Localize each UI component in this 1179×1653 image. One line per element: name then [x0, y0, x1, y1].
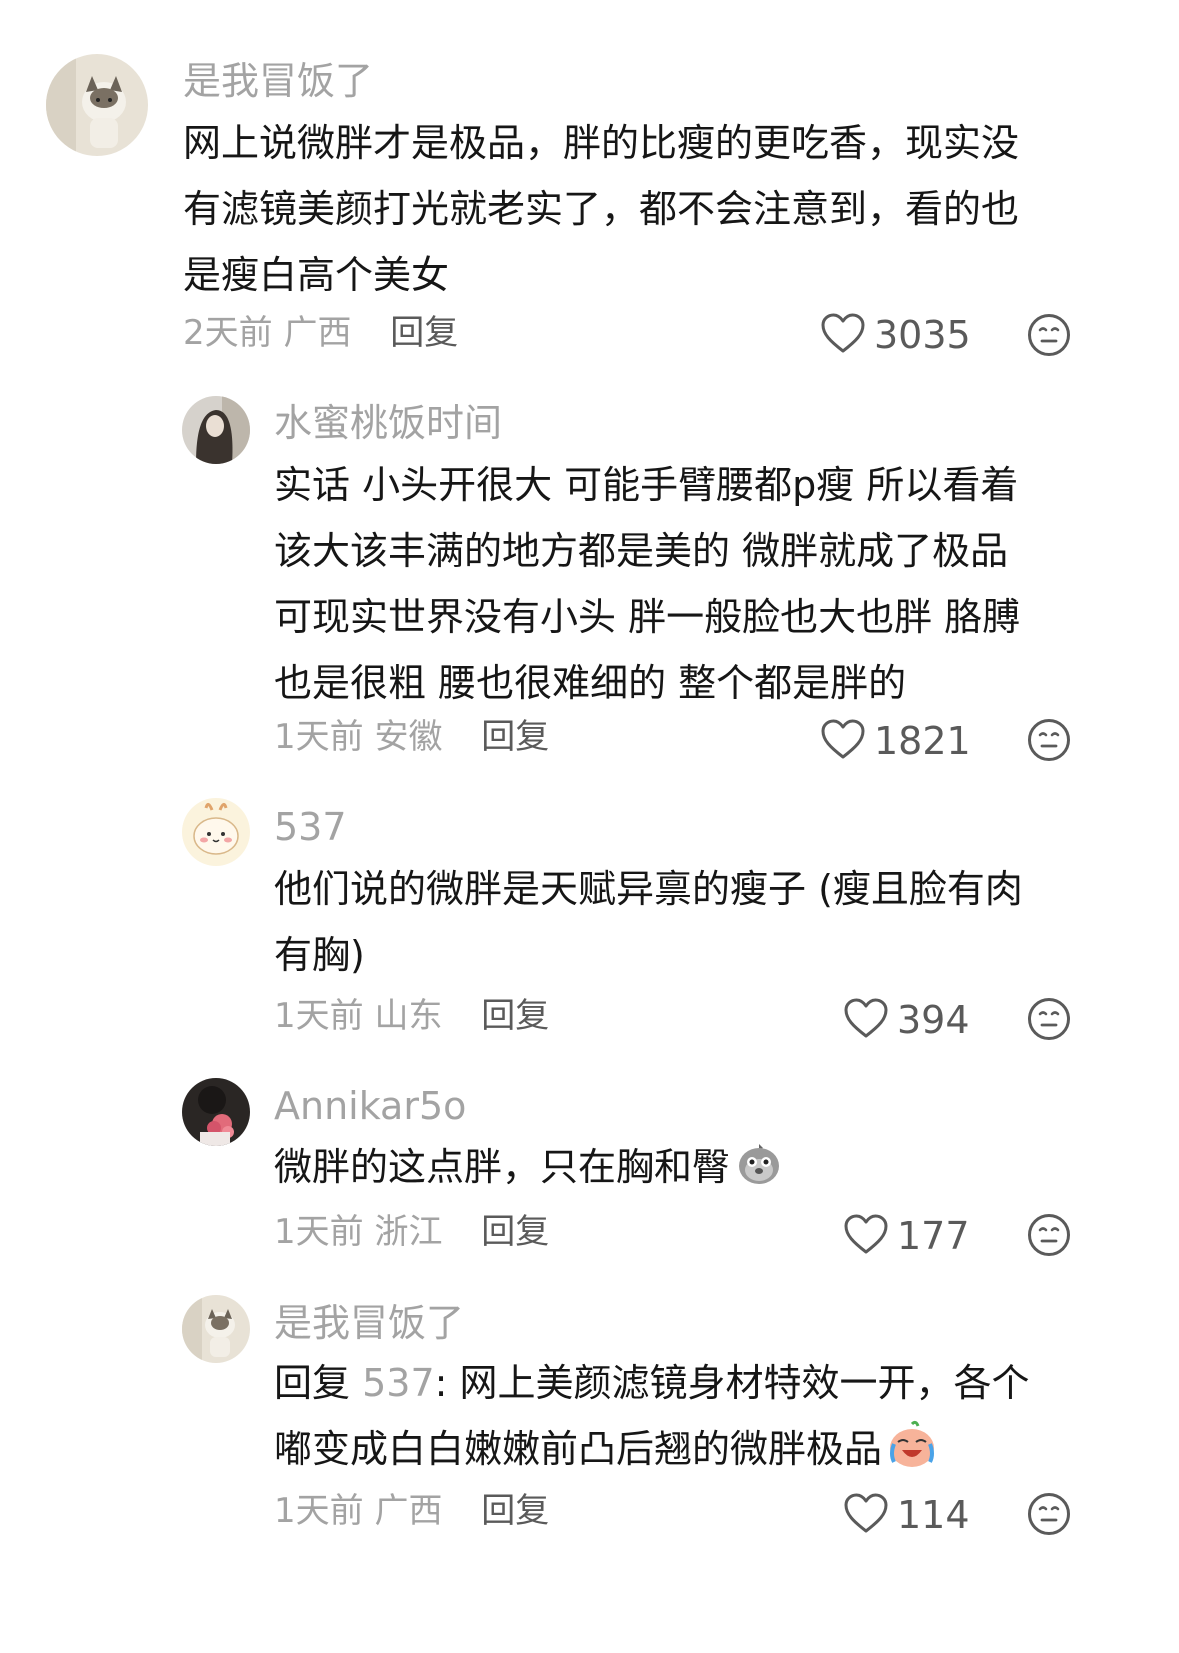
comment-time: 1天前 — [274, 717, 364, 757]
comment-line-text: 网上美颜滤镜身材特效一开，各个 — [459, 1361, 1030, 1405]
comment-line: 也是很粗 腰也很难细的 整个都是胖的 — [274, 661, 907, 705]
comment-author[interactable]: 是我冒饭了 — [274, 1304, 464, 1342]
comment-location: 山东 — [374, 996, 443, 1036]
avatar[interactable] — [182, 1078, 250, 1146]
heart-outline-icon — [843, 1492, 889, 1538]
comment-text: 网上说微胖才是极品，胖的比瘦的更吃香，现实没 有滤镜美颜打光就老实了，都不会注意… — [183, 110, 1019, 308]
neutral-face-icon — [1027, 1214, 1071, 1261]
comment-line: 网上说微胖才是极品，胖的比瘦的更吃香，现实没 — [183, 121, 1020, 165]
like-button[interactable]: 177 — [843, 1213, 970, 1259]
comment-text: 实话 小头开很大 可能手臂腰都p瘦 所以看着 该大该丰满的地方都是美的 微胖就成… — [274, 452, 1020, 716]
comment-time: 1天前 — [274, 996, 364, 1036]
like-button[interactable]: 114 — [843, 1492, 970, 1538]
like-count: 394 — [897, 998, 970, 1042]
crying-face-emoji — [886, 1420, 938, 1490]
comment-text: 微胖的这点胖，只在胸和臀 — [274, 1134, 784, 1208]
comment-line: 微胖的这点胖，只在胸和臀 — [274, 1134, 784, 1208]
neutral-face-icon — [1027, 1493, 1071, 1540]
comment-line: 是瘦白高个美女 — [183, 253, 450, 297]
comment-location: 广西 — [283, 313, 352, 353]
like-button[interactable]: 3035 — [820, 312, 971, 358]
comment-line-text: 微胖的这点胖，只在胸和臀 — [274, 1145, 731, 1189]
dislike-button[interactable] — [1027, 1213, 1071, 1261]
comment-meta: 1天前 安徽 回复 — [274, 720, 549, 754]
like-count: 177 — [897, 1214, 970, 1258]
comment-meta: 2天前 广西 回复 — [183, 316, 458, 350]
comment-author[interactable]: 水蜜桃饭时间 — [274, 404, 502, 442]
comment-line: 实话 小头开很大 可能手臂腰都p瘦 所以看着 — [274, 463, 1019, 507]
reply-button[interactable]: 回复 — [481, 1212, 549, 1252]
avatar[interactable] — [182, 396, 250, 464]
heart-outline-icon — [843, 997, 889, 1043]
heart-outline-icon — [843, 1213, 889, 1259]
neutral-face-icon — [1027, 998, 1071, 1045]
comment-location: 安徽 — [374, 717, 443, 757]
heart-outline-icon — [820, 718, 866, 764]
comment-text: 回复 537: 网上美颜滤镜身材特效一开，各个 嘟变成白白嫩嫩前凸后翘的微胖极品 — [274, 1350, 1030, 1490]
comment-meta: 1天前 山东 回复 — [274, 999, 549, 1033]
comment-text: 他们说的微胖是天赋异禀的瘦子 (瘦且脸有肉 有胸) — [274, 856, 1023, 988]
like-button[interactable]: 394 — [843, 997, 970, 1043]
reply-button[interactable]: 回复 — [390, 313, 458, 353]
reply-button[interactable]: 回复 — [481, 996, 549, 1036]
comment-location: 浙江 — [374, 1212, 443, 1252]
comment-meta: 1天前 广西 回复 — [274, 1494, 549, 1528]
reply-target[interactable]: 537 — [362, 1361, 435, 1405]
neutral-face-icon — [1027, 719, 1071, 766]
comment-author[interactable]: 537 — [274, 808, 347, 846]
comment-line: 有胸) — [274, 933, 365, 977]
like-count: 1821 — [874, 719, 971, 763]
comment-author[interactable]: 是我冒饭了 — [183, 62, 373, 100]
comment-location: 广西 — [374, 1491, 443, 1531]
heart-outline-icon — [820, 312, 866, 358]
comment-line: 嘟变成白白嫩嫩前凸后翘的微胖极品 — [274, 1416, 1030, 1490]
reply-button[interactable]: 回复 — [481, 717, 549, 757]
reply-button[interactable]: 回复 — [481, 1491, 549, 1531]
reply-prefix: 回复 — [274, 1361, 351, 1405]
comment-time: 1天前 — [274, 1491, 364, 1531]
avatar[interactable] — [182, 798, 250, 866]
dislike-button[interactable] — [1027, 997, 1071, 1045]
dislike-button[interactable] — [1027, 718, 1071, 766]
avatar[interactable] — [182, 1295, 250, 1363]
reply-colon: : — [434, 1361, 460, 1405]
comment-line-text: 嘟变成白白嫩嫩前凸后翘的微胖极品 — [274, 1427, 883, 1471]
pigeon-emoji — [734, 1138, 784, 1208]
comment-line: 回复 537: 网上美颜滤镜身材特效一开，各个 — [274, 1350, 1030, 1416]
neutral-face-icon — [1027, 314, 1071, 361]
comment-meta: 1天前 浙江 回复 — [274, 1215, 549, 1249]
dislike-button[interactable] — [1027, 1492, 1071, 1540]
comment-line: 该大该丰满的地方都是美的 微胖就成了极品 — [274, 529, 1009, 573]
comment-time: 1天前 — [274, 1212, 364, 1252]
comment-time: 2天前 — [183, 313, 273, 353]
comment-line: 有滤镜美颜打光就老实了，都不会注意到，看的也 — [183, 187, 1020, 231]
like-button[interactable]: 1821 — [820, 718, 971, 764]
like-count: 114 — [897, 1493, 970, 1537]
dislike-button[interactable] — [1027, 313, 1071, 361]
comment-line: 可现实世界没有小头 胖一般脸也大也胖 胳膊 — [274, 595, 1021, 639]
avatar[interactable] — [46, 54, 148, 156]
like-count: 3035 — [874, 313, 971, 357]
comment-line: 他们说的微胖是天赋异禀的瘦子 (瘦且脸有肉 — [274, 867, 1023, 911]
comment-author[interactable]: Annikar5o — [274, 1087, 466, 1125]
